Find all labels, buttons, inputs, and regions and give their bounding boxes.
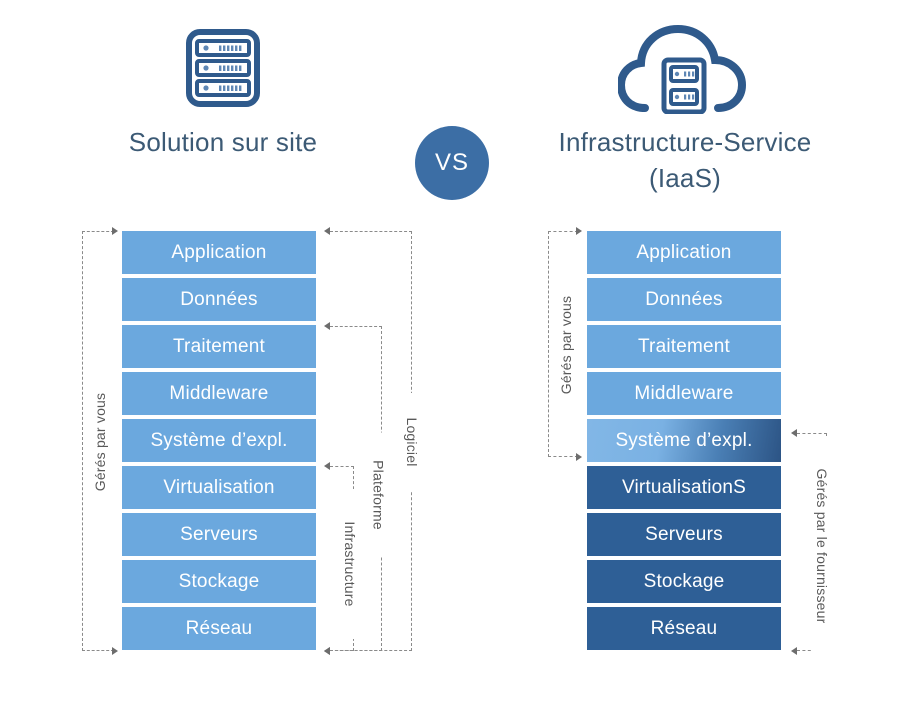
layer-label: Données: [180, 288, 258, 310]
layer-label: Middleware: [634, 382, 734, 404]
vs-badge: VS: [415, 126, 489, 200]
arrow-left-icon: [324, 647, 330, 655]
layer-row: VirtualisationS: [587, 466, 781, 509]
layer-row: Données: [122, 278, 316, 321]
cloud-server-icon: [616, 22, 748, 115]
layer-label: Serveurs: [645, 523, 723, 545]
layer-label: Middleware: [169, 382, 269, 404]
arrow-right-icon: [112, 227, 118, 235]
layer-row: Middleware: [122, 372, 316, 415]
arrow-left-icon: [324, 227, 330, 235]
layer-row: Traitement: [587, 325, 781, 368]
layer-row: Données: [587, 278, 781, 321]
layer-row: Application: [122, 231, 316, 274]
page-title-right-line1: Infrastructure-Service: [558, 127, 812, 157]
bracket-label-infrastructure: Infrastructure: [339, 489, 361, 639]
layer-label: Réseau: [650, 617, 718, 639]
layer-label: Virtualisation: [163, 476, 275, 498]
layer-row: Réseau: [587, 607, 781, 650]
bracket-label-software: Logiciel: [401, 393, 423, 491]
layer-label: Réseau: [185, 617, 253, 639]
layer-label: Système d’expl.: [150, 429, 288, 451]
bracket-label-managed-by-you-right: Gérés par vous: [555, 275, 577, 415]
layer-label: Application: [636, 241, 732, 263]
bracket-label-managed-by-provider: Gérés par le fournisseur: [811, 436, 833, 656]
layer-row: Application: [587, 231, 781, 274]
arrow-left-icon: [791, 647, 797, 655]
arrow-right-icon: [576, 453, 582, 461]
layer-row: Réseau: [122, 607, 316, 650]
server-rack-icon: [186, 28, 260, 108]
arrow-left-icon: [324, 462, 330, 470]
stack-iaas: Application Données Traitement Middlewar…: [587, 231, 781, 654]
layer-label: Traitement: [637, 335, 731, 357]
arrow-left-icon: [324, 322, 330, 330]
layer-row: Serveurs: [122, 513, 316, 556]
bracket-label-platform: Plateforme: [367, 432, 390, 558]
layer-label: Stockage: [643, 570, 725, 592]
arrow-right-icon: [576, 227, 582, 235]
layer-label: VirtualisationS: [621, 476, 747, 498]
bracket-label-managed-by-you-left: Gérés par vous: [89, 372, 111, 512]
layer-label: Serveurs: [180, 523, 258, 545]
layer-row: Virtualisation: [122, 466, 316, 509]
arrow-right-icon: [112, 647, 118, 655]
layer-label: Traitement: [172, 335, 266, 357]
stack-on-premises: Application Données Traitement Middlewar…: [122, 231, 316, 654]
vs-badge-label: VS: [434, 149, 469, 176]
page-title-left: Solution sur site: [128, 127, 318, 157]
page-title-right-line2: (IaaS): [648, 163, 721, 193]
layer-row: Stockage: [587, 560, 781, 603]
diagram-canvas: Solution sur site Infrastructure-Service…: [0, 0, 903, 716]
layer-label: Données: [645, 288, 723, 310]
layer-row: Traitement: [122, 325, 316, 368]
layer-label: Application: [171, 241, 267, 263]
layer-row: Système d’expl.: [122, 419, 316, 462]
page-title-right: Infrastructure-Service (IaaS): [540, 124, 830, 196]
layer-row: Serveurs: [587, 513, 781, 556]
layer-label: Stockage: [178, 570, 260, 592]
layer-row: Système d’expl.: [587, 419, 781, 462]
layer-row: Stockage: [122, 560, 316, 603]
layer-row: Middleware: [587, 372, 781, 415]
layer-label: Système d’expl.: [615, 429, 753, 451]
arrow-left-icon: [791, 429, 797, 437]
